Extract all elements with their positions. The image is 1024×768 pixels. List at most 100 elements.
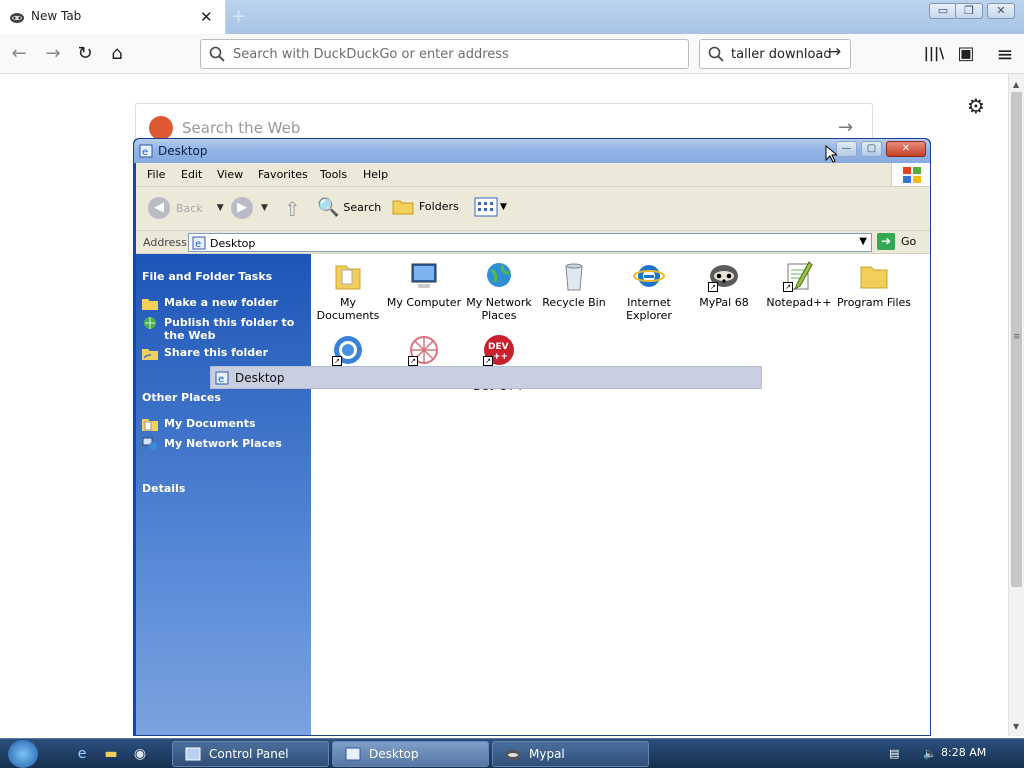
back-dropdown-icon[interactable]: ▼ [217, 203, 224, 213]
search-icon [209, 46, 225, 62]
url-placeholder: Search with DuckDuckGo or enter address [233, 47, 509, 62]
explorer-minimize-button[interactable]: — [836, 141, 857, 157]
search-button[interactable]: 🔍 Search [317, 197, 381, 218]
desktop-item-mypal-68[interactable]: ↗ MyPal 68 [685, 260, 763, 309]
menu-tools[interactable]: Tools [320, 168, 347, 181]
url-bar[interactable]: Search with DuckDuckGo or enter address [200, 39, 689, 69]
shortcut-arrow-icon: ↗ [408, 356, 418, 366]
menu-file[interactable]: File [147, 168, 165, 181]
home-icon[interactable]: ⌂ [104, 41, 130, 67]
reload-icon[interactable]: ↻ [72, 41, 98, 67]
go-arrow-icon: ➔ [877, 233, 895, 250]
back-icon[interactable]: ← [6, 41, 32, 67]
forward-button[interactable]: ▶ ▼ [231, 197, 268, 219]
page-scrollbar[interactable]: ▲ ≡ ▼ [1008, 74, 1024, 736]
browser-toolbar: ← → ↻ ⌂ Search with DuckDuckGo or enter … [0, 34, 1024, 74]
tab-title: New Tab [31, 9, 82, 23]
web-search-go-icon[interactable]: → [838, 117, 853, 138]
ie-quicklaunch-icon[interactable]: e [74, 746, 90, 762]
web-search-box[interactable]: Search the Web → [135, 103, 873, 143]
magnifier-icon: 🔍 [317, 197, 340, 218]
menu-edit[interactable]: Edit [181, 168, 202, 181]
system-tray: ▤ 🔈 8:28 AM [880, 740, 1024, 768]
explorer-window: e Desktop — ▢ ✕ File Edit View Favorites… [133, 138, 931, 736]
go-button[interactable]: ➔ Go [877, 233, 916, 250]
window-close-button[interactable]: ✕ [987, 3, 1015, 19]
desktop-item-recycle-bin[interactable]: Recycle Bin [535, 260, 613, 309]
desktop-item-program-files[interactable]: Program Files [835, 260, 913, 309]
back-button[interactable]: ◀ Back ▼ [148, 197, 224, 219]
address-dropdown-icon[interactable]: ▼ [859, 236, 867, 247]
place-my-documents[interactable]: My Documents [142, 417, 256, 431]
keyboard-icon[interactable]: ▤ [889, 747, 899, 760]
task-publish-folder[interactable]: Publish this folder to the Web [142, 316, 302, 342]
views-button[interactable]: ▼ [474, 197, 507, 217]
address-label: Address [143, 236, 187, 249]
item-label: Internet Explorer [626, 296, 672, 322]
new-tab-button[interactable]: + [231, 6, 246, 27]
address-input[interactable]: e Desktop ▼ [188, 233, 872, 252]
menu-help[interactable]: Help [363, 168, 388, 181]
drag-tooltip: e Desktop [210, 366, 762, 389]
scroll-up-icon[interactable]: ▲ [1013, 80, 1019, 89]
desktop-item-chromium[interactable]: ↗ [309, 334, 387, 370]
task-desktop[interactable]: Desktop [332, 741, 489, 767]
shortcut-arrow-icon: ↗ [783, 282, 793, 292]
views-dropdown-icon[interactable]: ▼ [500, 202, 507, 212]
item-label: My Network Places [466, 296, 532, 322]
explorer-title-bar[interactable]: e Desktop — ▢ ✕ [134, 139, 930, 163]
desktop-icon [345, 747, 361, 761]
window-restore-button[interactable]: ❐ [955, 3, 983, 19]
internet-explorer-icon [633, 265, 665, 287]
other-places-heading[interactable]: Other Places [142, 391, 221, 404]
explorer-quicklaunch-icon[interactable]: ▬ [103, 746, 119, 762]
file-folder-tasks-heading[interactable]: File and Folder Tasks [142, 270, 272, 283]
place-my-network-places[interactable]: My Network Places [142, 437, 282, 451]
details-heading[interactable]: Details [142, 482, 185, 495]
desktop-file-area: My Documents My Computer My Network Plac… [311, 254, 930, 735]
folders-button[interactable]: Folders [392, 197, 459, 215]
desktop-item-my-computer[interactable]: My Computer [385, 260, 463, 309]
recycle-bin-icon [565, 263, 583, 291]
explorer-menu-bar: File Edit View Favorites Tools Help [136, 163, 930, 187]
explorer-close-button[interactable]: ✕ [886, 141, 926, 157]
menu-favorites[interactable]: Favorites [258, 168, 308, 181]
desktop-item-my-documents[interactable]: My Documents [309, 260, 387, 322]
up-folder-button[interactable]: ⇧ [284, 197, 301, 221]
desktop-item-my-network-places[interactable]: My Network Places [460, 260, 538, 322]
tab-close-icon[interactable]: ✕ [200, 8, 213, 26]
clock[interactable]: 8:28 AM [941, 746, 986, 759]
media-quicklaunch-icon[interactable]: ◉ [132, 746, 148, 762]
publish-web-icon [144, 317, 156, 329]
folders-label: Folders [419, 199, 459, 213]
search-go-icon[interactable]: → [827, 42, 841, 62]
duckduckgo-logo-icon [149, 116, 173, 140]
task-label: Share this folder [164, 346, 269, 359]
task-make-new-folder[interactable]: Make a new folder [142, 296, 278, 310]
gear-icon[interactable]: ⚙ [967, 94, 985, 118]
menu-view[interactable]: View [217, 168, 243, 181]
search-bar[interactable]: taller download → [699, 39, 851, 69]
explorer-maximize-button[interactable]: ▢ [861, 141, 882, 157]
address-value: Desktop [210, 237, 256, 250]
tab-new-tab[interactable]: New Tab ✕ [0, 0, 226, 34]
desktop-item-pink-app[interactable]: ↗ [385, 334, 463, 370]
forward-dropdown-icon[interactable]: ▼ [261, 203, 268, 213]
web-search-placeholder: Search the Web [182, 119, 301, 137]
forward-icon[interactable]: → [40, 41, 66, 67]
task-share-folder[interactable]: Share this folder [142, 346, 268, 360]
shortcut-arrow-icon: ↗ [708, 282, 718, 292]
library-icon[interactable]: |||\ [921, 41, 947, 67]
menu-icon[interactable]: ≡ [992, 41, 1018, 67]
start-button[interactable] [8, 740, 38, 768]
network-volume-icon[interactable]: 🔈 [923, 747, 937, 760]
window-minimize-button[interactable]: ▭ [929, 3, 957, 19]
task-control-panel[interactable]: Control Panel [172, 741, 329, 767]
task-mypal[interactable]: Mypal [492, 741, 649, 767]
scroll-down-icon[interactable]: ▼ [1013, 722, 1019, 731]
desktop-item-notepad-plus-plus[interactable]: ↗ Notepad++ [760, 260, 838, 309]
desktop-item-internet-explorer[interactable]: Internet Explorer [610, 260, 688, 322]
item-label: Notepad++ [766, 296, 832, 309]
place-label: My Documents [164, 417, 256, 430]
sidebar-icon[interactable]: ▣ [953, 41, 979, 67]
